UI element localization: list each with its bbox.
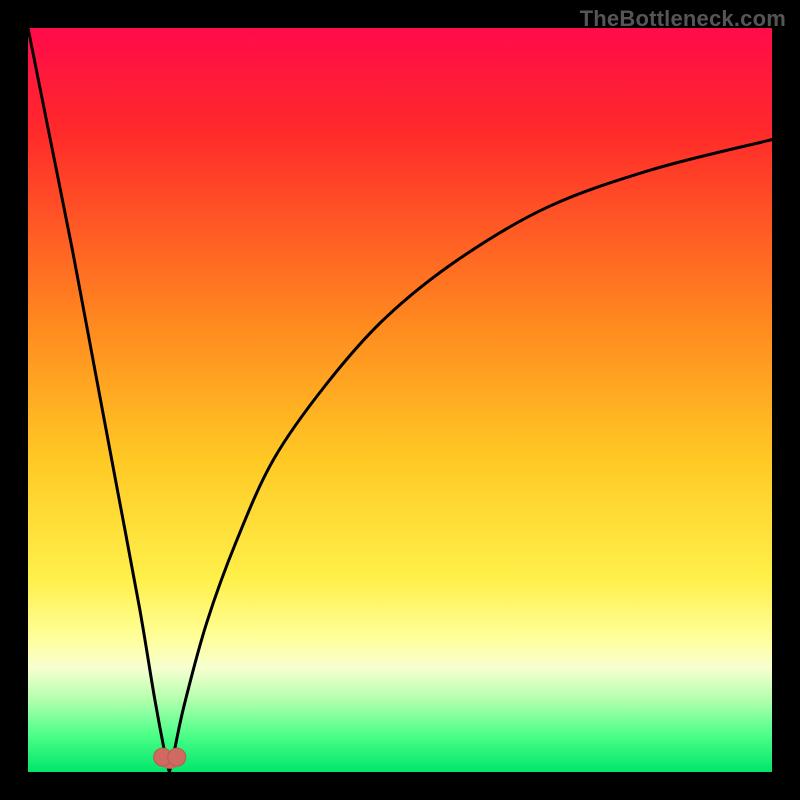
bottleneck-curve-svg: [28, 28, 772, 772]
curve-left-branch: [28, 28, 169, 772]
watermark-text: TheBottleneck.com: [580, 6, 786, 32]
plot-area: [28, 28, 772, 772]
balance-marker-2: [168, 748, 186, 766]
curve-right-branch: [169, 140, 772, 772]
chart-frame: TheBottleneck.com: [0, 0, 800, 800]
